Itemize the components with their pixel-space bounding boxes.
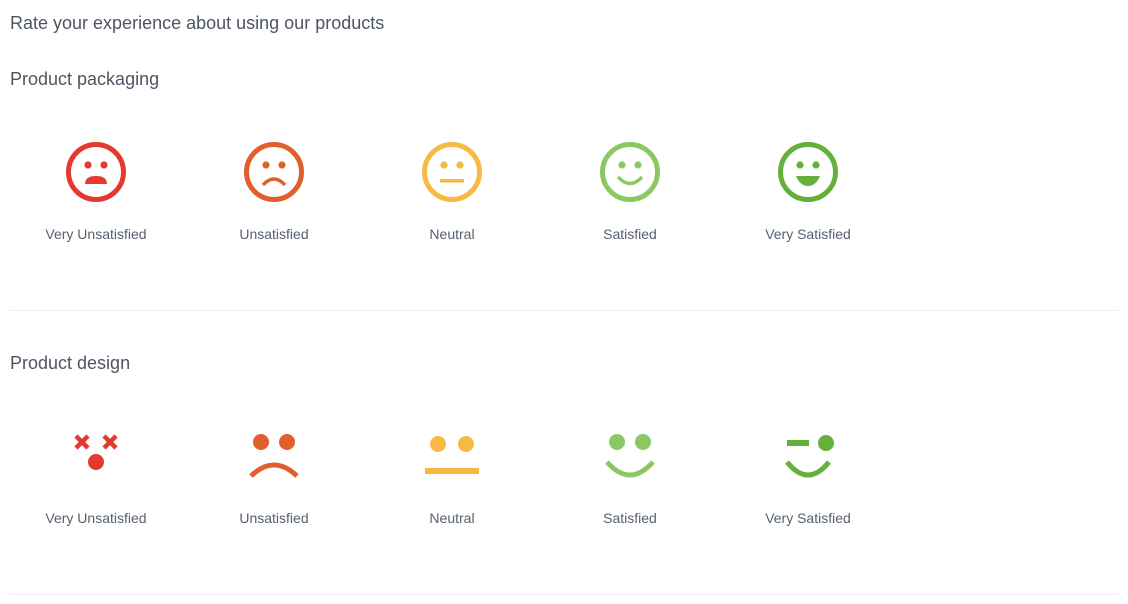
rating-label: Satisfied xyxy=(603,510,657,526)
rating-label: Unsatisfied xyxy=(239,226,309,242)
section-divider xyxy=(10,594,1118,595)
rating-label: Unsatisfied xyxy=(239,510,309,526)
rating-label: Very Satisfied xyxy=(765,226,851,242)
section-title: Product design xyxy=(10,353,131,373)
rating-option-unsatisfied[interactable]: Unsatisfied xyxy=(204,424,344,526)
satisfied-face-icon xyxy=(600,142,660,202)
page-title: Rate your experience about using our pro… xyxy=(10,13,385,33)
rating-option-very-satisfied[interactable]: Very Satisfied xyxy=(738,424,878,526)
rating-label: Very Satisfied xyxy=(765,510,851,526)
rating-label: Very Unsatisfied xyxy=(45,510,147,526)
rating-row-design: Very Unsatisfied Unsatisfied Neutral Sat… xyxy=(0,424,900,544)
unsatisfied-face-icon xyxy=(244,142,304,202)
smile-face-icon xyxy=(605,434,655,478)
wink-face-icon xyxy=(785,435,834,478)
rating-option-very-satisfied[interactable]: Very Satisfied xyxy=(738,140,878,242)
section-divider xyxy=(10,310,1118,311)
rating-label: Neutral xyxy=(429,226,475,242)
rating-option-unsatisfied[interactable]: Unsatisfied xyxy=(204,140,344,242)
neutral-face-icon xyxy=(422,142,482,202)
frown-face-icon xyxy=(249,434,299,478)
section-title: Product packaging xyxy=(10,69,160,89)
neutral-face-icon xyxy=(425,436,479,474)
rating-option-very-unsatisfied[interactable]: Very Unsatisfied xyxy=(26,424,166,526)
rating-option-neutral[interactable]: Neutral xyxy=(382,140,522,242)
rating-option-satisfied[interactable]: Satisfied xyxy=(560,140,700,242)
rating-label: Very Unsatisfied xyxy=(45,226,147,242)
dizzy-face-icon xyxy=(74,434,118,470)
very-unsatisfied-face-icon xyxy=(66,142,126,202)
rating-label: Satisfied xyxy=(603,226,657,242)
rating-option-satisfied[interactable]: Satisfied xyxy=(560,424,700,526)
very-satisfied-face-icon xyxy=(778,142,838,202)
rating-option-neutral[interactable]: Neutral xyxy=(382,424,522,526)
rating-label: Neutral xyxy=(429,510,475,526)
rating-option-very-unsatisfied[interactable]: Very Unsatisfied xyxy=(26,140,166,242)
rating-row-packaging: Very Unsatisfied Unsatisfied Neutral Sat… xyxy=(0,140,900,260)
